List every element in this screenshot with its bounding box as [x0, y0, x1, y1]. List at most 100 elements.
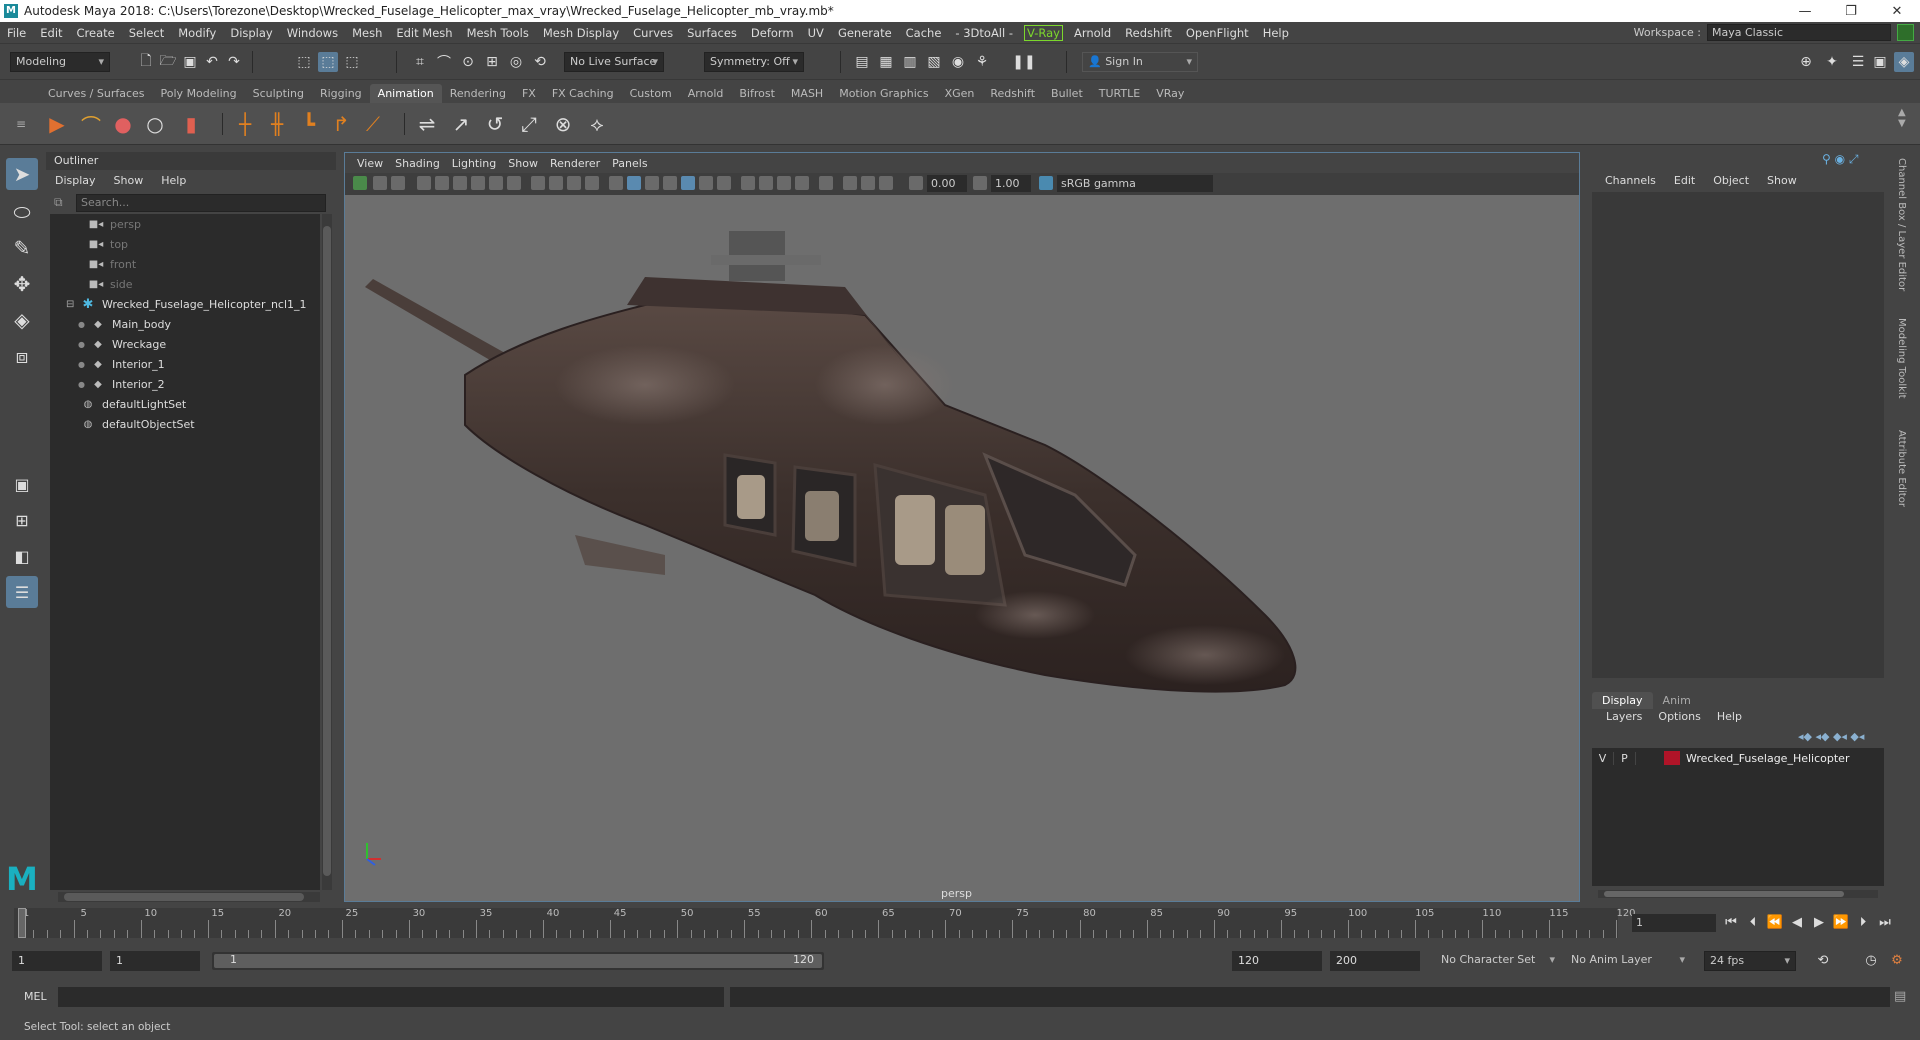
- menu-create[interactable]: Create: [70, 26, 122, 40]
- film-gate-icon[interactable]: [489, 176, 503, 190]
- scroll-thumb[interactable]: [1604, 891, 1844, 897]
- xray-icon[interactable]: [843, 176, 857, 190]
- viewport-menu-shading[interactable]: Shading: [389, 157, 446, 170]
- playback-end-field[interactable]: 120: [1232, 951, 1322, 971]
- shelf-tab-motion-graphics[interactable]: Motion Graphics: [831, 84, 936, 103]
- script-editor-icon[interactable]: ▤: [1894, 989, 1910, 1005]
- layer-create-icons[interactable]: ◂◆ ◂◆ ◆◂ ◆◂: [1798, 730, 1864, 743]
- depth-of-field-icon[interactable]: [795, 176, 809, 190]
- current-time-marker[interactable]: [18, 908, 26, 938]
- new-scene-icon[interactable]: 🗋: [136, 52, 156, 72]
- shelf-tab-mash[interactable]: MASH: [783, 84, 831, 103]
- channel-box-icon[interactable]: ◈: [1894, 52, 1914, 72]
- outliner-item-main-body[interactable]: ● ◆ Main_body: [50, 314, 320, 334]
- snap-surface-icon[interactable]: ◎: [506, 52, 526, 72]
- menu-uv[interactable]: UV: [801, 26, 831, 40]
- layer-row[interactable]: V P Wrecked_Fuselage_Helicopter: [1592, 748, 1884, 768]
- menu-windows[interactable]: Windows: [280, 26, 345, 40]
- collapse-icon[interactable]: ⊟: [66, 299, 80, 310]
- shelf-tab-redshift[interactable]: Redshift: [982, 84, 1043, 103]
- menu-mesh[interactable]: Mesh: [345, 26, 389, 40]
- exposure-field[interactable]: 0.00: [927, 175, 967, 192]
- render-frame-icon[interactable]: ▤: [852, 52, 872, 72]
- select-object-icon[interactable]: ⬚: [318, 52, 338, 72]
- filter-icon[interactable]: ⧉: [54, 195, 70, 211]
- menu-select[interactable]: Select: [122, 26, 171, 40]
- undo-icon[interactable]: ↶: [202, 52, 222, 72]
- shelf-scroll-icon[interactable]: ▲ ▼: [1898, 107, 1906, 129]
- shelf-tab-bullet[interactable]: Bullet: [1043, 84, 1091, 103]
- outliner-item-default-object-set[interactable]: ◍ defaultObjectSet: [50, 414, 320, 434]
- workspace-dropdown[interactable]: Maya Classic: [1707, 24, 1891, 41]
- snap-curve-icon[interactable]: ⌒: [434, 52, 454, 72]
- joint-tool-icon[interactable]: ┼: [232, 111, 258, 137]
- go-to-end-icon[interactable]: ⏭: [1876, 914, 1894, 932]
- outliner-item-group[interactable]: ⊟ ✱ Wrecked_Fuselage_Helicopter_ncl1_1: [50, 294, 320, 314]
- menu-mesh-tools[interactable]: Mesh Tools: [460, 26, 536, 40]
- snap-grid-icon[interactable]: ⌗: [410, 52, 430, 72]
- shelf-tab-bifrost[interactable]: Bifrost: [731, 84, 783, 103]
- sign-in-button[interactable]: 👤 Sign In: [1082, 52, 1198, 72]
- layer-menu-layers[interactable]: Layers: [1598, 710, 1650, 723]
- outliner-layout-icon[interactable]: ☰: [6, 576, 38, 608]
- ghost-icon[interactable]: ●: [110, 111, 136, 137]
- rotate-tool-icon[interactable]: ◈: [6, 304, 38, 336]
- shelf-tab-xgen[interactable]: XGen: [937, 84, 983, 103]
- menu-modify[interactable]: Modify: [171, 26, 223, 40]
- image-plane-icon[interactable]: [417, 176, 431, 190]
- viewport-menu-show[interactable]: Show: [502, 157, 544, 170]
- step-back-key-icon[interactable]: ⏪: [1766, 914, 1784, 932]
- scale-tool-icon[interactable]: ⧈: [6, 340, 38, 372]
- gamma-field[interactable]: 1.00: [991, 175, 1031, 192]
- layer-playback-toggle[interactable]: P: [1614, 751, 1636, 765]
- layer-name[interactable]: Wrecked_Fuselage_Helicopter: [1686, 752, 1849, 765]
- menu-help[interactable]: Help: [1256, 26, 1296, 40]
- default-material-icon[interactable]: [645, 176, 659, 190]
- xray-joints-icon[interactable]: [861, 176, 875, 190]
- shelf-tab-custom[interactable]: Custom: [622, 84, 680, 103]
- outliner-item-interior-2[interactable]: ● ◆ Interior_2: [50, 374, 320, 394]
- layer-visibility-toggle[interactable]: V: [1592, 751, 1614, 765]
- step-forward-key-icon[interactable]: ⏩: [1832, 914, 1850, 932]
- outliner-vertical-scrollbar[interactable]: [322, 214, 332, 890]
- bookmarks-icon[interactable]: [391, 176, 405, 190]
- layer-color-swatch[interactable]: [1664, 751, 1680, 765]
- viewport-menu-panels[interactable]: Panels: [606, 157, 653, 170]
- snap-view-icon[interactable]: ⊞: [482, 52, 502, 72]
- playblast-icon[interactable]: ▶: [44, 111, 70, 137]
- menu-file[interactable]: File: [0, 26, 33, 40]
- safe-title-icon[interactable]: [585, 176, 599, 190]
- set-key-icon[interactable]: ▮: [178, 111, 204, 137]
- anim-prefs-icon[interactable]: ⚙: [1888, 952, 1906, 970]
- menu-vray[interactable]: V-Ray: [1024, 24, 1063, 41]
- save-scene-icon[interactable]: ▣: [180, 52, 200, 72]
- side-tab-channel-box[interactable]: Channel Box / Layer Editor: [1896, 158, 1907, 291]
- lasso-tool-icon[interactable]: ⬭: [6, 196, 38, 228]
- wireframe-on-shaded-icon[interactable]: [663, 176, 677, 190]
- time-ruler[interactable]: 1 5 10 15 20 25 30 35 40 45 50 55 60 65 70 75 80 85 90 95 10…: [14, 908, 1636, 938]
- outliner-item-default-light-set[interactable]: ◍ defaultLightSet: [50, 394, 320, 414]
- scroll-thumb[interactable]: [64, 893, 304, 901]
- xray-components-icon[interactable]: [879, 176, 893, 190]
- range-slider[interactable]: 1 120: [212, 952, 824, 970]
- use-all-lights-icon[interactable]: [699, 176, 713, 190]
- viewport-menu-view[interactable]: View: [351, 157, 389, 170]
- menu-edit-mesh[interactable]: Edit Mesh: [389, 26, 459, 40]
- close-button[interactable]: ✕: [1874, 4, 1920, 19]
- gate-mask-icon[interactable]: [531, 176, 545, 190]
- bind-skin-icon[interactable]: ┗: [296, 111, 322, 137]
- shelf-tab-fx[interactable]: FX: [514, 84, 544, 103]
- menu-openflight[interactable]: OpenFlight: [1179, 26, 1256, 40]
- wireframe-icon[interactable]: [609, 176, 623, 190]
- play-forwards-icon[interactable]: ▶: [1810, 914, 1828, 932]
- single-perspective-layout-icon[interactable]: ▣: [6, 468, 38, 500]
- camera-attributes-icon[interactable]: [373, 176, 387, 190]
- auto-key-icon[interactable]: ◷: [1862, 952, 1880, 970]
- range-slider-handle[interactable]: [214, 954, 822, 968]
- tab-display[interactable]: Display: [1592, 692, 1653, 709]
- color-management-icon[interactable]: [1039, 176, 1053, 190]
- outliner-item-persp[interactable]: ■◂ persp: [50, 214, 320, 234]
- menu-arnold[interactable]: Arnold: [1067, 26, 1118, 40]
- view-transform-dropdown[interactable]: sRGB gamma: [1057, 175, 1213, 192]
- menu-mesh-display[interactable]: Mesh Display: [536, 26, 626, 40]
